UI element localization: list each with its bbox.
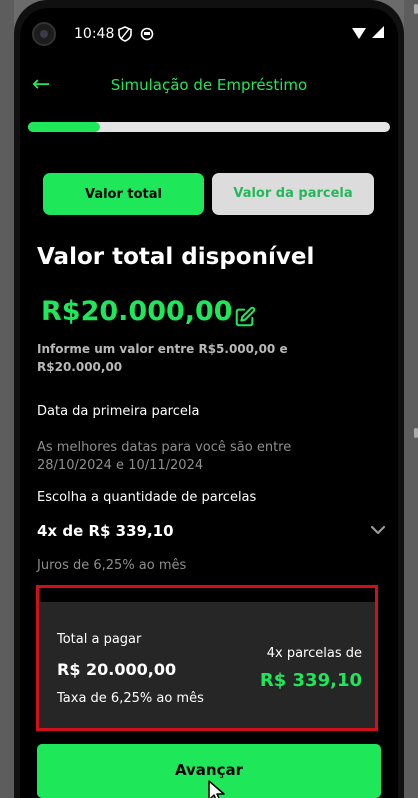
first-installment-label: Data da primeira parcela [37,404,200,419]
highlight-frame [36,585,378,731]
app-screen: 10:48 ← Simulação de Empréstimo Valor to… [20,8,398,798]
best-dates-hint: As melhores datas para você são entre 28… [37,440,292,473]
section-heading: Valor total disponível [37,244,315,270]
wifi-icon [352,28,366,39]
progress-bar [28,122,390,132]
interest-rate-text: Juros de 6,25% ao mês [37,558,187,573]
progress-fill [28,122,101,132]
shield-icon [118,26,132,42]
amount-range-hint: Informe um valor entre R$5.000,00 e R$20… [37,342,288,374]
tab-valor-parcela[interactable]: Valor da parcela [212,173,374,215]
right-bezel [404,0,418,798]
left-bezel [0,0,14,798]
phone-frame: 10:48 ← Simulação de Empréstimo Valor to… [14,0,404,798]
installments-quantity-label: Escolha a quantidade de parcelas [37,490,257,505]
status-bar: 10:48 [20,8,398,50]
app-header: ← Simulação de Empréstimo [20,70,398,100]
status-time: 10:48 [74,26,115,42]
available-amount: R$20.000,00 [41,296,233,327]
device-button [414,4,418,14]
camera-icon [32,22,56,46]
tab-valor-total[interactable]: Valor total [43,173,204,215]
page-title: Simulação de Empréstimo [110,76,308,94]
status-app-icon [140,27,154,41]
mouse-cursor-icon [208,780,225,798]
chevron-down-icon[interactable] [368,520,388,540]
device-button [414,428,418,438]
installments-select[interactable]: 4x de R$ 339,10 [37,522,174,540]
signal-icon [372,26,384,38]
pencil-edit-icon[interactable] [234,306,256,328]
